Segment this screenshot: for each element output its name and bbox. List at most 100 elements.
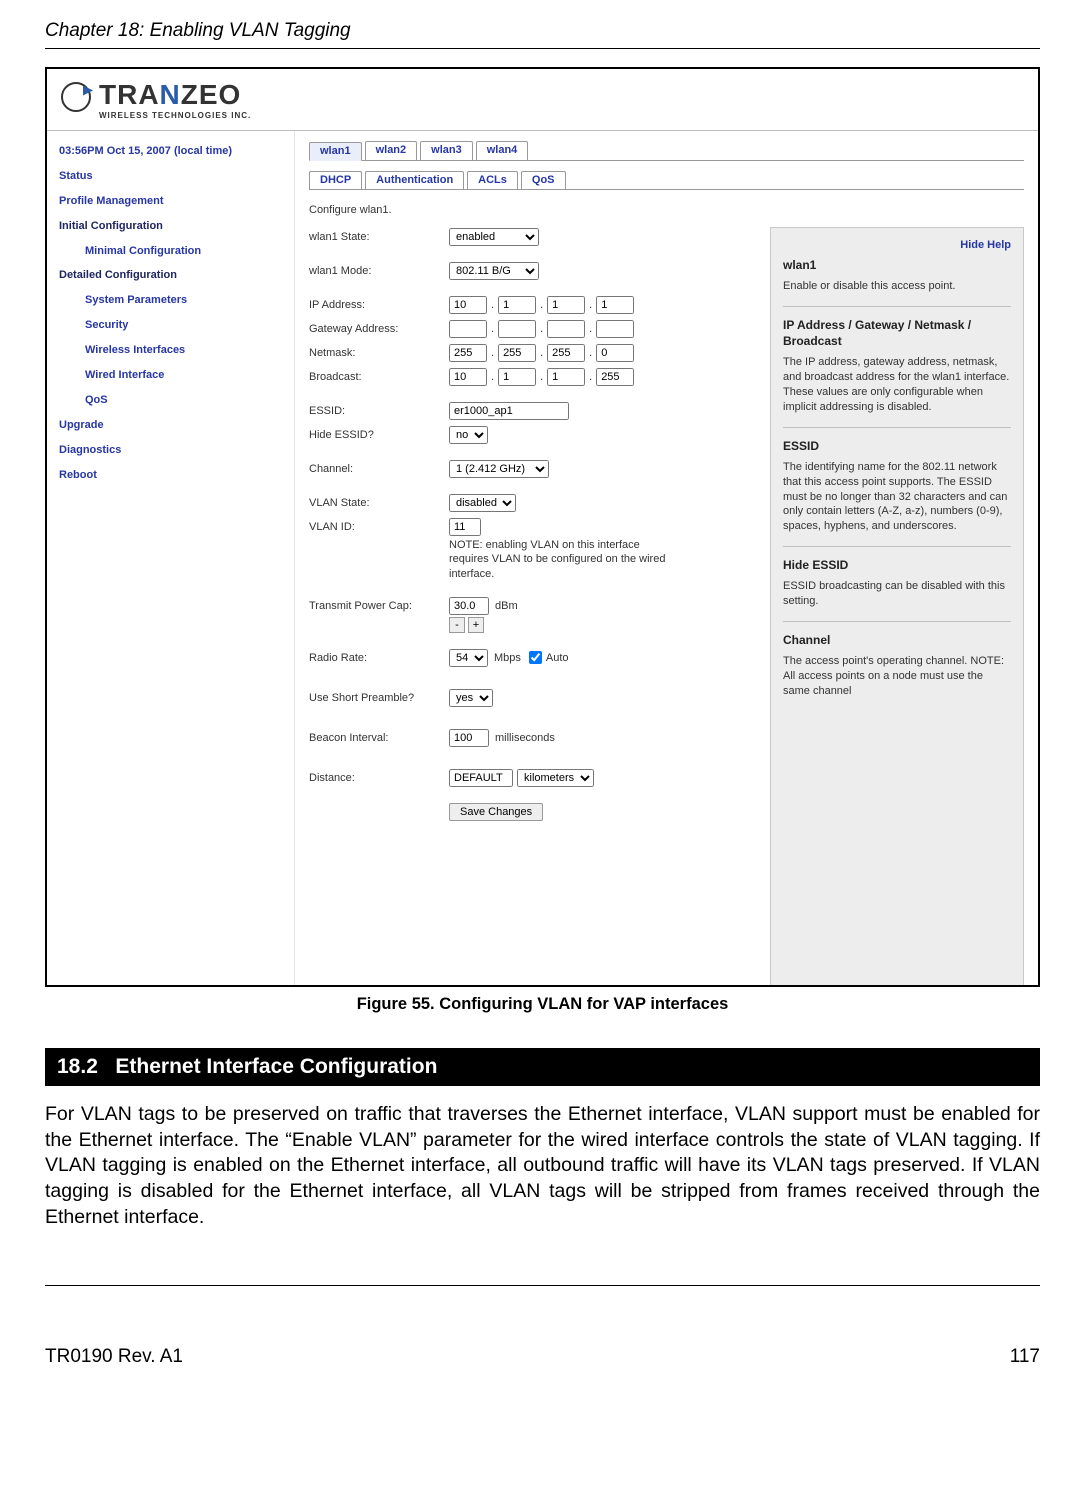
dot: .: [585, 347, 596, 359]
input-bc-c[interactable]: [547, 368, 585, 386]
screenshot-container: TRANZEO WIRELESS TECHNOLOGIES INC. 03:56…: [45, 67, 1040, 987]
input-ip-b[interactable]: [498, 296, 536, 314]
label-vlan-id: VLAN ID:: [309, 521, 449, 533]
logo-subtitle: WIRELESS TECHNOLOGIES INC.: [99, 111, 251, 120]
input-distance[interactable]: [449, 769, 513, 787]
help-h-essid: ESSID: [783, 438, 1011, 454]
section-heading: 18.2 Ethernet Interface Configuration: [45, 1048, 1040, 1086]
footer-page-number: 117: [1010, 1346, 1040, 1368]
label-gateway: Gateway Address:: [309, 323, 449, 335]
label-channel: Channel:: [309, 463, 449, 475]
input-gw-a[interactable]: [449, 320, 487, 338]
tab-wlan4[interactable]: wlan4: [476, 141, 529, 160]
input-nm-c[interactable]: [547, 344, 585, 362]
input-ip-d[interactable]: [596, 296, 634, 314]
input-ip-c[interactable]: [547, 296, 585, 314]
select-preamble[interactable]: yes: [449, 689, 493, 707]
save-button[interactable]: Save Changes: [449, 803, 543, 821]
select-mode[interactable]: 802.11 B/G: [449, 262, 539, 280]
sidebar-item-qos[interactable]: QoS: [59, 388, 282, 413]
sidebar-item-minimal[interactable]: Minimal Configuration: [59, 239, 282, 264]
sidebar-item-security[interactable]: Security: [59, 313, 282, 338]
sidebar-item-upgrade[interactable]: Upgrade: [59, 413, 282, 438]
dot: .: [585, 299, 596, 311]
tabs-primary: wlan1 wlan2 wlan3 wlan4: [309, 141, 1024, 161]
brand-bar: TRANZEO WIRELESS TECHNOLOGIES INC.: [47, 69, 1038, 131]
label-preamble: Use Short Preamble?: [309, 692, 449, 704]
input-nm-a[interactable]: [449, 344, 487, 362]
dot: .: [487, 299, 498, 311]
help-p-channel: The access point's operating channel. NO…: [783, 654, 1011, 699]
sidebar-time[interactable]: 03:56PM Oct 15, 2007 (local time): [59, 139, 282, 164]
tab-wlan1[interactable]: wlan1: [309, 142, 362, 161]
help-h-ip: IP Address / Gateway / Netmask / Broadca…: [783, 317, 1011, 349]
input-bc-d[interactable]: [596, 368, 634, 386]
dot: .: [585, 323, 596, 335]
checkbox-auto-rate[interactable]: [529, 651, 542, 664]
hide-help-link[interactable]: Hide Help: [783, 238, 1011, 253]
input-essid[interactable]: [449, 402, 569, 420]
dot: .: [536, 299, 547, 311]
beacon-unit: milliseconds: [495, 732, 555, 744]
txpower-minus-button[interactable]: -: [449, 617, 465, 633]
label-vlan-state: VLAN State:: [309, 497, 449, 509]
sidebar-item-sysparams[interactable]: System Parameters: [59, 288, 282, 313]
header-rule: [45, 48, 1040, 49]
input-txpower[interactable]: [449, 597, 489, 615]
footer-doc-id: TR0190 Rev. A1: [45, 1346, 183, 1368]
tab-acls[interactable]: ACLs: [467, 171, 518, 189]
sidebar-item-profile[interactable]: Profile Management: [59, 189, 282, 214]
tab-wlan3[interactable]: wlan3: [420, 141, 473, 160]
input-ip-a[interactable]: [449, 296, 487, 314]
tab-wlan2[interactable]: wlan2: [365, 141, 418, 160]
input-vlan-id[interactable]: [449, 518, 481, 536]
dot: .: [487, 347, 498, 359]
input-gw-c[interactable]: [547, 320, 585, 338]
select-radio-rate[interactable]: 54: [449, 649, 488, 667]
label-broadcast: Broadcast:: [309, 371, 449, 383]
tab-qos[interactable]: QoS: [521, 171, 566, 189]
input-beacon[interactable]: [449, 729, 489, 747]
help-h-channel: Channel: [783, 632, 1011, 648]
select-hide-essid[interactable]: no: [449, 426, 488, 444]
sidebar-item-diagnostics[interactable]: Diagnostics: [59, 438, 282, 463]
mbps-label: Mbps: [494, 652, 521, 664]
logo-swirl-icon: [61, 82, 91, 112]
label-hide-essid: Hide ESSID?: [309, 429, 449, 441]
sidebar-item-reboot[interactable]: Reboot: [59, 463, 282, 488]
txpower-plus-button[interactable]: +: [468, 617, 484, 633]
select-state[interactable]: enabled: [449, 228, 539, 246]
input-nm-d[interactable]: [596, 344, 634, 362]
input-gw-b[interactable]: [498, 320, 536, 338]
tab-auth[interactable]: Authentication: [365, 171, 464, 189]
select-distance-unit[interactable]: kilometers: [517, 769, 594, 787]
sidebar-item-wireless[interactable]: Wireless Interfaces: [59, 338, 282, 363]
select-channel[interactable]: 1 (2.412 GHz): [449, 460, 549, 478]
input-gw-d[interactable]: [596, 320, 634, 338]
input-bc-b[interactable]: [498, 368, 536, 386]
sidebar-item-status[interactable]: Status: [59, 164, 282, 189]
dot: .: [487, 371, 498, 383]
section-title: Ethernet Interface Configuration: [115, 1055, 437, 1078]
input-nm-b[interactable]: [498, 344, 536, 362]
input-bc-a[interactable]: [449, 368, 487, 386]
help-p-essid: The identifying name for the 802.11 netw…: [783, 460, 1011, 534]
help-h-hide-essid: Hide ESSID: [783, 557, 1011, 573]
tab-dhcp[interactable]: DHCP: [309, 171, 362, 189]
vlan-note: NOTE: enabling VLAN on this interface re…: [449, 538, 679, 581]
select-vlan-state[interactable]: disabled: [449, 494, 516, 512]
help-h-wlan1: wlan1: [783, 257, 1011, 273]
label-netmask: Netmask:: [309, 347, 449, 359]
label-txpower: Transmit Power Cap:: [309, 600, 449, 612]
label-beacon: Beacon Interval:: [309, 732, 449, 744]
label-mode: wlan1 Mode:: [309, 265, 449, 277]
tabs-secondary: DHCP Authentication ACLs QoS: [309, 171, 1024, 190]
txpower-unit: dBm: [495, 600, 518, 612]
help-p-ip: The IP address, gateway address, netmask…: [783, 355, 1011, 414]
auto-label: Auto: [546, 652, 569, 664]
label-ip: IP Address:: [309, 299, 449, 311]
label-distance: Distance:: [309, 772, 449, 784]
dot: .: [536, 371, 547, 383]
sidebar-section-detailed: Detailed Configuration: [59, 263, 282, 288]
sidebar-item-wired[interactable]: Wired Interface: [59, 363, 282, 388]
